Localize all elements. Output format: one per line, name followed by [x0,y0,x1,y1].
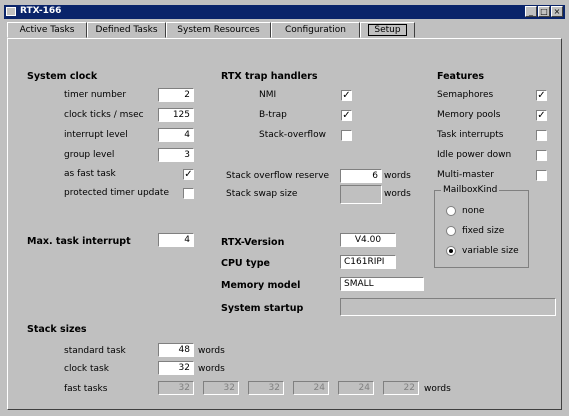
standard-task-input[interactable]: 48 [158,343,194,357]
standard-task-label: standard task [64,346,126,356]
memory-pools-label: Memory pools [437,110,501,120]
task-interrupts-label: Task interrupts [437,130,504,140]
as-fast-task-checkbox[interactable]: ✓ [183,169,194,180]
stack-overflow-label: Stack-overflow [259,130,326,140]
nmi-checkbox[interactable]: ✓ [341,90,352,101]
semaphores-label: Semaphores [437,90,494,100]
stack-overflow-reserve-unit: words [384,171,411,181]
interrupt-level-input[interactable]: 4 [158,128,194,142]
tab-system-resources[interactable]: System Resources [166,22,271,38]
fast-tasks-unit: words [424,384,451,394]
tab-setup-label: Setup [368,24,407,36]
system-clock-heading: System clock [27,71,98,82]
clock-ticks-input[interactable]: 125 [158,108,194,122]
timer-number-label: timer number [64,90,127,100]
clock-task-input[interactable]: 32 [158,361,194,375]
rtx-version-label: RTX-Version [221,237,285,248]
nmi-label: NMI [259,90,277,100]
group-level-input[interactable]: 3 [158,148,194,162]
memory-pools-checkbox[interactable]: ✓ [536,110,547,121]
app-icon[interactable] [6,7,16,16]
mailbox-variable-label: variable size [462,246,519,256]
stack-swap-size-input[interactable] [340,185,382,204]
memory-model-label: Memory model [221,280,301,291]
fast-task-5-input[interactable]: 24 [338,381,374,395]
cpu-type-label: CPU type [221,258,270,269]
tab-configuration[interactable]: Configuration [271,22,360,38]
fast-tasks-label: fast tasks [64,384,108,394]
clock-task-label: clock task [64,364,109,374]
system-startup-field[interactable] [340,298,556,316]
trap-handlers-heading: RTX trap handlers [221,71,318,82]
task-interrupts-checkbox[interactable] [536,130,547,141]
stack-swap-size-unit: words [384,189,411,199]
title-bar: RTX-166 _ □ × [4,5,565,19]
stack-overflow-checkbox[interactable] [341,130,352,141]
rtx-version-field: V4.00 [340,233,396,247]
protected-timer-label: protected timer update [64,188,169,198]
semaphores-checkbox[interactable]: ✓ [536,90,547,101]
standard-task-unit: words [198,346,225,356]
memory-model-field[interactable]: SMALL [340,277,424,291]
fast-task-4-input[interactable]: 24 [293,381,329,395]
stack-overflow-reserve-label: Stack overflow reserve [226,171,330,181]
minimize-button[interactable]: _ [525,6,537,17]
btrap-checkbox[interactable]: ✓ [341,110,352,121]
mailbox-none-radio[interactable] [446,206,456,216]
mailbox-fixed-label: fixed size [462,226,505,236]
window-title: RTX-166 [20,6,62,16]
fast-task-6-input[interactable]: 22 [383,381,419,395]
features-heading: Features [437,71,485,82]
idle-power-down-checkbox[interactable] [536,150,547,161]
maximize-button[interactable]: □ [538,6,550,17]
fast-task-1-input[interactable]: 32 [158,381,194,395]
max-task-interrupt-label: Max. task interrupt [27,236,131,247]
stack-overflow-reserve-input[interactable]: 6 [340,169,382,183]
system-startup-label: System startup [221,303,304,314]
fast-task-3-input[interactable]: 32 [248,381,284,395]
multi-master-label: Multi-master [437,170,494,180]
mailbox-fixed-radio[interactable] [446,226,456,236]
close-button[interactable]: × [551,6,563,17]
tab-setup[interactable]: Setup [360,22,415,38]
tab-defined-tasks[interactable]: Defined Tasks [87,22,166,38]
interrupt-level-label: interrupt level [64,130,128,140]
clock-task-unit: words [198,364,225,374]
timer-number-input[interactable]: 2 [158,88,194,102]
mailbox-kind-title: MailboxKind [441,185,500,196]
clock-ticks-label: clock ticks / msec [64,110,144,120]
as-fast-task-label: as fast task [64,169,116,179]
btrap-label: B-trap [259,110,287,120]
idle-power-down-label: Idle power down [437,150,512,160]
stack-sizes-heading: Stack sizes [27,324,87,335]
cpu-type-field[interactable]: C161RIPI [340,255,396,269]
mailbox-variable-radio[interactable] [446,246,456,256]
multi-master-checkbox[interactable] [536,170,547,181]
protected-timer-checkbox[interactable] [183,188,194,199]
mailbox-none-label: none [462,206,485,216]
group-level-label: group level [64,150,115,160]
stack-swap-size-label: Stack swap size [226,189,298,199]
fast-task-2-input[interactable]: 32 [203,381,239,395]
max-task-interrupt-input[interactable]: 4 [158,233,194,247]
tab-active-tasks[interactable]: Active Tasks [7,22,87,38]
